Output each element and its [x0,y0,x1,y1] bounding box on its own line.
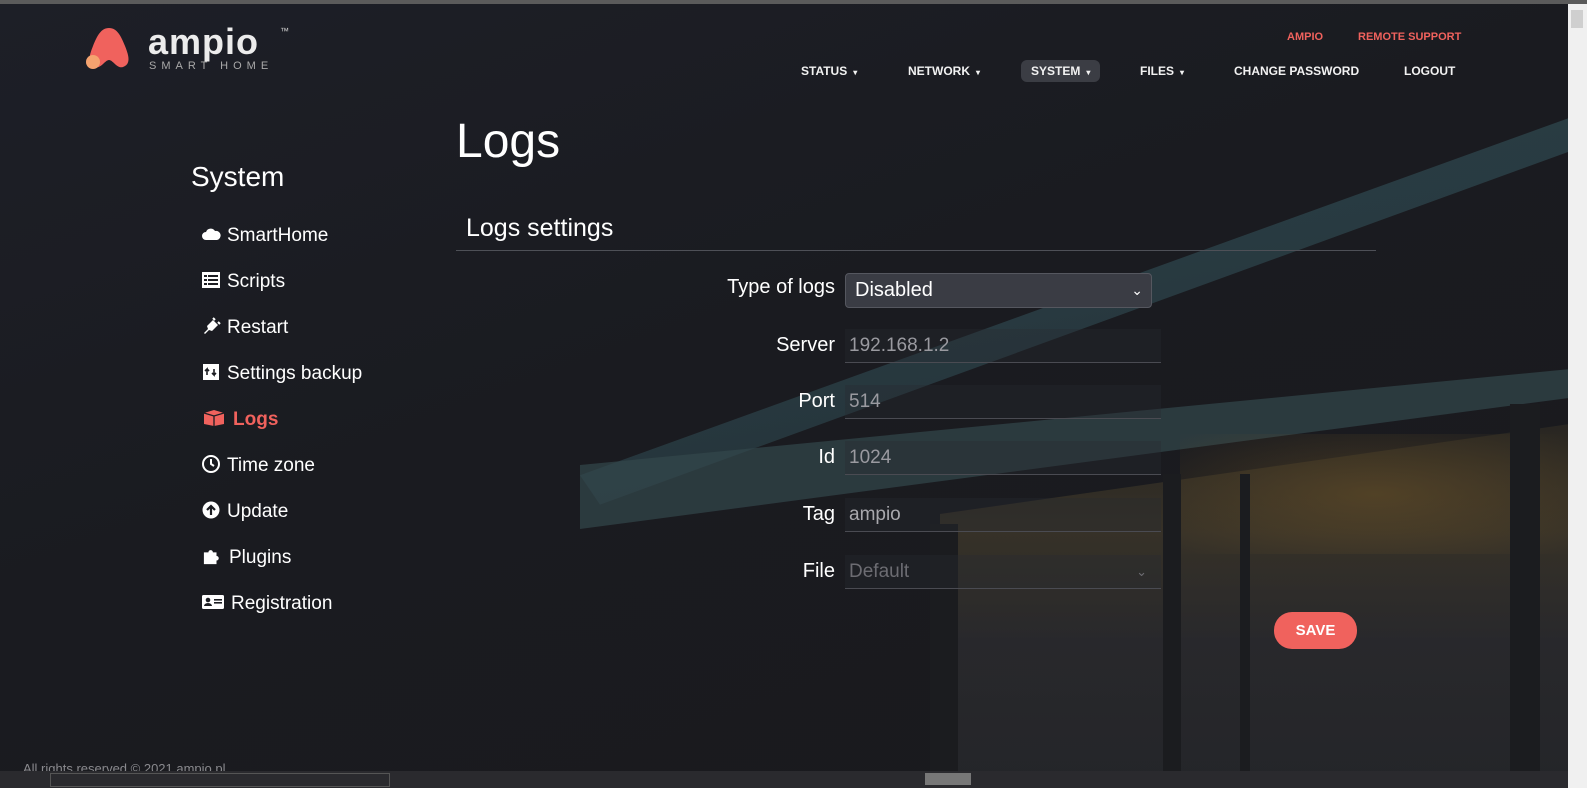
sidebar-title: System [191,161,285,192]
chevron-down-icon: ⌄ [1131,282,1143,298]
backup-icon [203,364,219,380]
sidebar-item-update[interactable]: Update [201,500,288,524]
ampio-link[interactable]: AMPIO [1287,31,1323,43]
server-label: Server [776,334,835,356]
nav-change-password[interactable]: CHANGE PASSWORD [1234,60,1359,82]
nav-status-label: STATUS [801,64,848,78]
nav-status[interactable]: STATUS ▾ [801,60,857,82]
nav-system[interactable]: SYSTEM ▾ [1021,60,1101,82]
file-select[interactable]: Default ⌄ [845,555,1161,589]
port-label: Port [798,390,835,412]
sidebar-item-label: Settings backup [227,363,363,384]
remote-support-link[interactable]: REMOTE SUPPORT [1358,31,1461,43]
type-of-logs-value: Disabled [855,279,933,301]
trademark-mark: ™ [280,26,289,36]
scrollbar-thumb[interactable] [1571,10,1583,28]
sidebar-item-label: Plugins [229,547,292,568]
sidebar-item-label: SmartHome [227,225,329,246]
id-card-icon [202,595,224,609]
section-title: Logs settings [466,214,614,242]
scrollbar-track-segment [50,773,390,787]
sidebar-item-label: Restart [227,317,289,338]
sidebar-item-label: Logs [233,409,279,430]
vertical-scrollbar[interactable] [1568,4,1587,788]
nav-files[interactable]: FILES ▾ [1140,60,1184,82]
id-label: Id [818,446,835,468]
chevron-down-icon: ▾ [1180,68,1185,77]
horizontal-scrollbar[interactable] [0,771,1568,788]
sidebar-item-restart[interactable]: Restart [201,316,288,340]
puzzle-icon [203,550,219,565]
nav-system-label: SYSTEM [1031,64,1081,78]
arrow-up-circle-icon [202,501,220,519]
sidebar-item-time-zone[interactable]: Time zone [201,454,315,478]
tag-label: Tag [802,503,835,525]
id-input[interactable]: 1024 [845,441,1161,475]
chevron-down-icon: ▾ [1086,68,1091,77]
scrollbar-thumb[interactable] [925,773,971,785]
ampio-logo-mark [86,28,129,69]
cloud-icon [202,228,221,240]
nav-files-label: FILES [1140,64,1175,78]
plug-icon [204,317,221,334]
type-of-logs-select[interactable]: Disabled ⌄ [845,273,1152,308]
list-icon [202,272,220,288]
page-frame: ampio ™ SMART HOME AMPIO REMOTE SUPPORT … [0,4,1568,788]
sidebar-item-plugins[interactable]: Plugins [201,546,291,570]
brand-tagline: SMART HOME [149,60,274,72]
save-button[interactable]: SAVE [1274,612,1357,649]
nav-network-label: NETWORK [908,64,970,78]
sidebar-item-scripts[interactable]: Scripts [201,270,285,294]
chevron-down-icon: ▾ [853,68,858,77]
sidebar-item-smarthome[interactable]: SmartHome [201,224,328,248]
section-divider [456,250,1376,251]
tag-input[interactable]: ampio [845,498,1161,532]
sidebar-item-label: Scripts [227,271,286,292]
port-input[interactable]: 514 [845,385,1161,419]
brand-name: ampio [148,21,260,62]
sidebar-item-registration[interactable]: Registration [201,592,332,616]
box-icon [203,410,225,426]
page-title: Logs [456,115,561,168]
type-of-logs-label: Type of logs [727,276,835,298]
sidebar-item-logs[interactable]: Logs [201,408,278,432]
server-input[interactable]: 192.168.1.2 [845,329,1161,363]
nav-network[interactable]: NETWORK ▾ [908,60,980,82]
sidebar-item-label: Time zone [227,455,315,476]
sidebar-item-settings-backup[interactable]: Settings backup [201,362,362,386]
sidebar-item-label: Update [227,501,289,522]
file-label: File [802,560,835,582]
sidebar-item-label: Registration [231,593,333,614]
file-select-value: Default [849,561,910,582]
chevron-down-icon: ▾ [976,68,981,77]
nav-logout[interactable]: LOGOUT [1404,60,1455,82]
chevron-down-icon: ⌄ [1136,564,1147,579]
clock-icon [202,455,220,473]
